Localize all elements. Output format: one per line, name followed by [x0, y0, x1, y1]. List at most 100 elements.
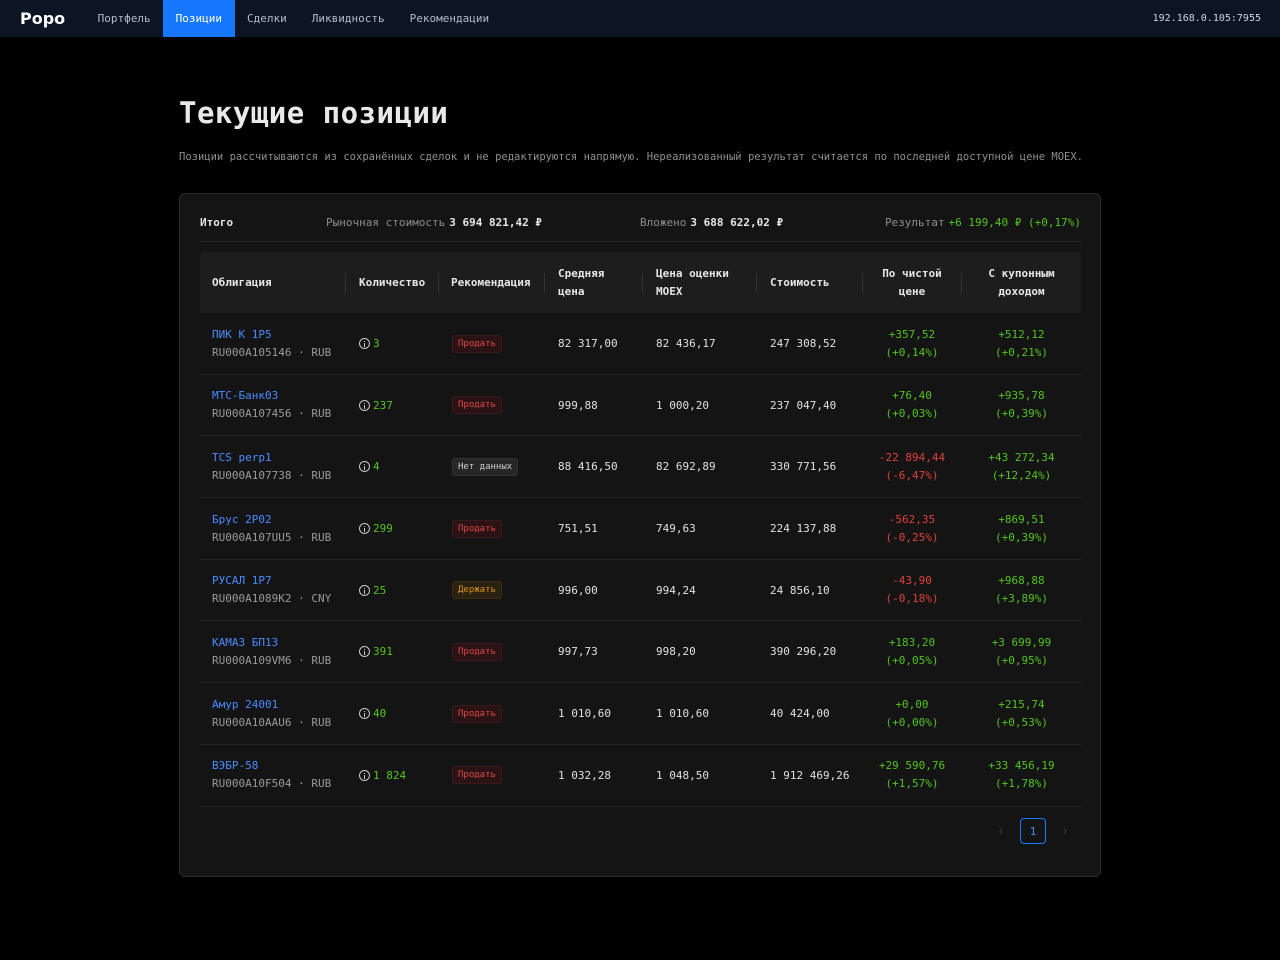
bond-isin: RU000A107456 · RUB — [212, 407, 332, 421]
bond-name-link[interactable]: РУСАЛ 1Р7 — [212, 572, 272, 590]
summary-result-label: Результат — [884, 216, 945, 229]
header-coupon-income-line1: С купонным — [988, 266, 1055, 280]
header-separator — [642, 273, 643, 293]
table-row[interactable]: ВЭБР-58 RU000A10F504 · RUB 1 824 Продать… — [200, 745, 1081, 807]
coupon-pl-pct: (+3,89%) — [995, 592, 1048, 606]
position-value: 390 296,20 — [770, 645, 837, 659]
chevron-left-icon[interactable]: ‹ — [988, 818, 1014, 844]
app-brand[interactable]: Popo — [0, 0, 85, 37]
header-bond[interactable]: Облигация — [212, 252, 272, 313]
clean-pl-cell: -22 894,44 (-6,47%) — [863, 436, 961, 497]
qty-cell: 299 — [359, 498, 393, 559]
coupon-pl-cell: +3 699,99 (+0,95%) — [962, 621, 1081, 682]
page-title: Текущие позиции — [179, 96, 449, 130]
qty-value-wrap[interactable]: 391 — [359, 645, 393, 658]
table-row[interactable]: Амур 24001 RU000A10AAU6 · RUB 40 Продать… — [200, 683, 1081, 745]
header-avg-price[interactable]: Средняя цена — [558, 252, 604, 313]
nav-item-trades[interactable]: Сделки — [235, 0, 300, 37]
qty-value-wrap[interactable]: 40 — [359, 707, 386, 720]
coupon-pl-value: +869,51 — [998, 512, 1045, 526]
qty-value-wrap[interactable]: 237 — [359, 399, 393, 412]
table-row[interactable]: ПИК К 1Р5 RU000A105146 · RUB 3 Продать 8… — [200, 313, 1081, 375]
pagination: ‹ 1 › — [988, 818, 1078, 844]
bond-name-link[interactable]: ВЭБР-58 — [212, 757, 258, 775]
page-number-current[interactable]: 1 — [1020, 818, 1046, 844]
bond-name-link[interactable]: МТС-Банк03 — [212, 387, 278, 405]
avg-price: 1 032,28 — [558, 768, 611, 782]
recommendation-cell: Продать — [452, 621, 502, 682]
header-moex-price-line1: Цена оценки — [656, 266, 729, 280]
info-icon[interactable] — [359, 646, 370, 658]
summary-invested-label: Вложено — [640, 216, 687, 229]
clean-pl-value: -562,35 — [888, 512, 936, 526]
header-value[interactable]: Стоимость — [770, 252, 830, 313]
recommendation-cell: Продать — [452, 375, 502, 436]
info-icon[interactable] — [359, 399, 370, 411]
table-row[interactable]: КАМАЗ БП13 RU000A109VM6 · RUB 391 Продат… — [200, 621, 1081, 684]
coupon-pl-pct: (+0,39%) — [995, 407, 1048, 421]
header-qty[interactable]: Количество — [359, 252, 425, 313]
moex-price: 1 010,60 — [656, 707, 709, 721]
qty-value-wrap[interactable]: 299 — [359, 522, 393, 535]
moex-price: 1 048,50 — [656, 768, 709, 782]
bond-name-link[interactable]: КАМАЗ БП13 — [212, 634, 278, 652]
info-icon[interactable] — [359, 584, 370, 596]
header-separator — [438, 273, 439, 293]
info-icon[interactable] — [359, 338, 370, 349]
qty-value: 391 — [373, 645, 393, 659]
header-coupon-income[interactable]: С купонным доходом — [962, 252, 1081, 313]
bond-isin: RU000A107UU5 · RUB — [212, 530, 332, 544]
main-nav: Портфель Позиции Сделки Ликвидность Реко… — [85, 0, 501, 37]
coupon-pl-value: +43 272,34 — [988, 450, 1055, 464]
summary-market: Рыночная стоимость 3 694 821,42 ₽ — [326, 216, 542, 229]
header-clean-price-line1: По чистой — [882, 266, 942, 280]
info-icon[interactable] — [359, 523, 370, 535]
position-value: 24 856,10 — [770, 583, 830, 597]
summary-result: Результат +6 199,40 ₽ (+0,17%) — [885, 216, 1081, 229]
recommendation-tag: Продать — [452, 704, 502, 723]
bond-name-link[interactable]: TCS perp1 — [212, 449, 272, 467]
header-avg-price-line2: цена — [558, 284, 585, 298]
clean-pl-value: +0,00 — [895, 697, 929, 711]
info-icon[interactable] — [359, 769, 370, 781]
clean-pl-cell: +76,40 (+0,03%) — [863, 375, 961, 436]
nav-item-positions[interactable]: Позиции — [163, 0, 235, 37]
clean-pl-pct: (-0,25%) — [885, 530, 939, 544]
clean-pl-pct: (+0,00%) — [885, 715, 939, 729]
qty-value-wrap[interactable]: 25 — [359, 584, 386, 597]
recommendation-tag: Продать — [452, 642, 502, 661]
qty-cell: 3 — [359, 313, 380, 374]
table-row[interactable]: МТС-Банк03 RU000A107456 · RUB 237 Продат… — [200, 375, 1081, 437]
coupon-pl-cell: +43 272,34 (+12,24%) — [962, 436, 1081, 497]
bond-isin: RU000A1089K2 · CNY — [212, 592, 332, 606]
info-icon[interactable] — [359, 708, 370, 720]
qty-cell: 237 — [359, 375, 393, 436]
bond-cell: Брус 2Р02 RU000A107UU5 · RUB — [212, 498, 331, 559]
header-recommendation[interactable]: Рекомендация — [451, 252, 530, 313]
qty-value-wrap[interactable]: 4 — [359, 460, 380, 473]
nav-item-portfolio[interactable]: Портфель — [85, 0, 163, 37]
bond-name-link[interactable]: Амур 24001 — [212, 696, 278, 714]
table-row[interactable]: TCS perp1 RU000A107738 · RUB 4 Нет данны… — [200, 436, 1081, 499]
qty-value-wrap[interactable]: 1 824 — [359, 769, 406, 782]
qty-value: 299 — [373, 522, 393, 536]
bond-isin: RU000A105146 · RUB — [212, 345, 332, 359]
coupon-pl-cell: +512,12 (+0,21%) — [962, 313, 1081, 374]
header-coupon-income-line2: доходом — [998, 284, 1045, 298]
header-moex-price[interactable]: Цена оценки MOEX — [656, 252, 729, 313]
header-clean-price[interactable]: По чистой цене — [863, 252, 961, 313]
nav-item-recommendations[interactable]: Рекомендации — [397, 0, 501, 37]
position-value: 330 771,56 — [770, 460, 837, 474]
position-value: 237 047,40 — [770, 398, 837, 412]
coupon-pl-value: +33 456,19 — [988, 759, 1055, 773]
nav-item-liquidity[interactable]: Ликвидность — [299, 0, 397, 37]
summary-market-value: 3 694 821,42 ₽ — [449, 216, 542, 229]
bond-name-link[interactable]: Брус 2Р02 — [212, 511, 272, 529]
info-icon[interactable] — [359, 461, 370, 473]
qty-value-wrap[interactable]: 3 — [359, 337, 380, 350]
table-row[interactable]: Брус 2Р02 RU000A107UU5 · RUB 299 Продать… — [200, 498, 1081, 560]
page-description: Позиции рассчитываются из сохранённых сд… — [179, 151, 1083, 163]
bond-name-link[interactable]: ПИК К 1Р5 — [212, 326, 272, 344]
table-row[interactable]: РУСАЛ 1Р7 RU000A1089K2 · CNY 25 Держать … — [200, 560, 1081, 622]
chevron-right-icon[interactable]: › — [1052, 818, 1078, 844]
